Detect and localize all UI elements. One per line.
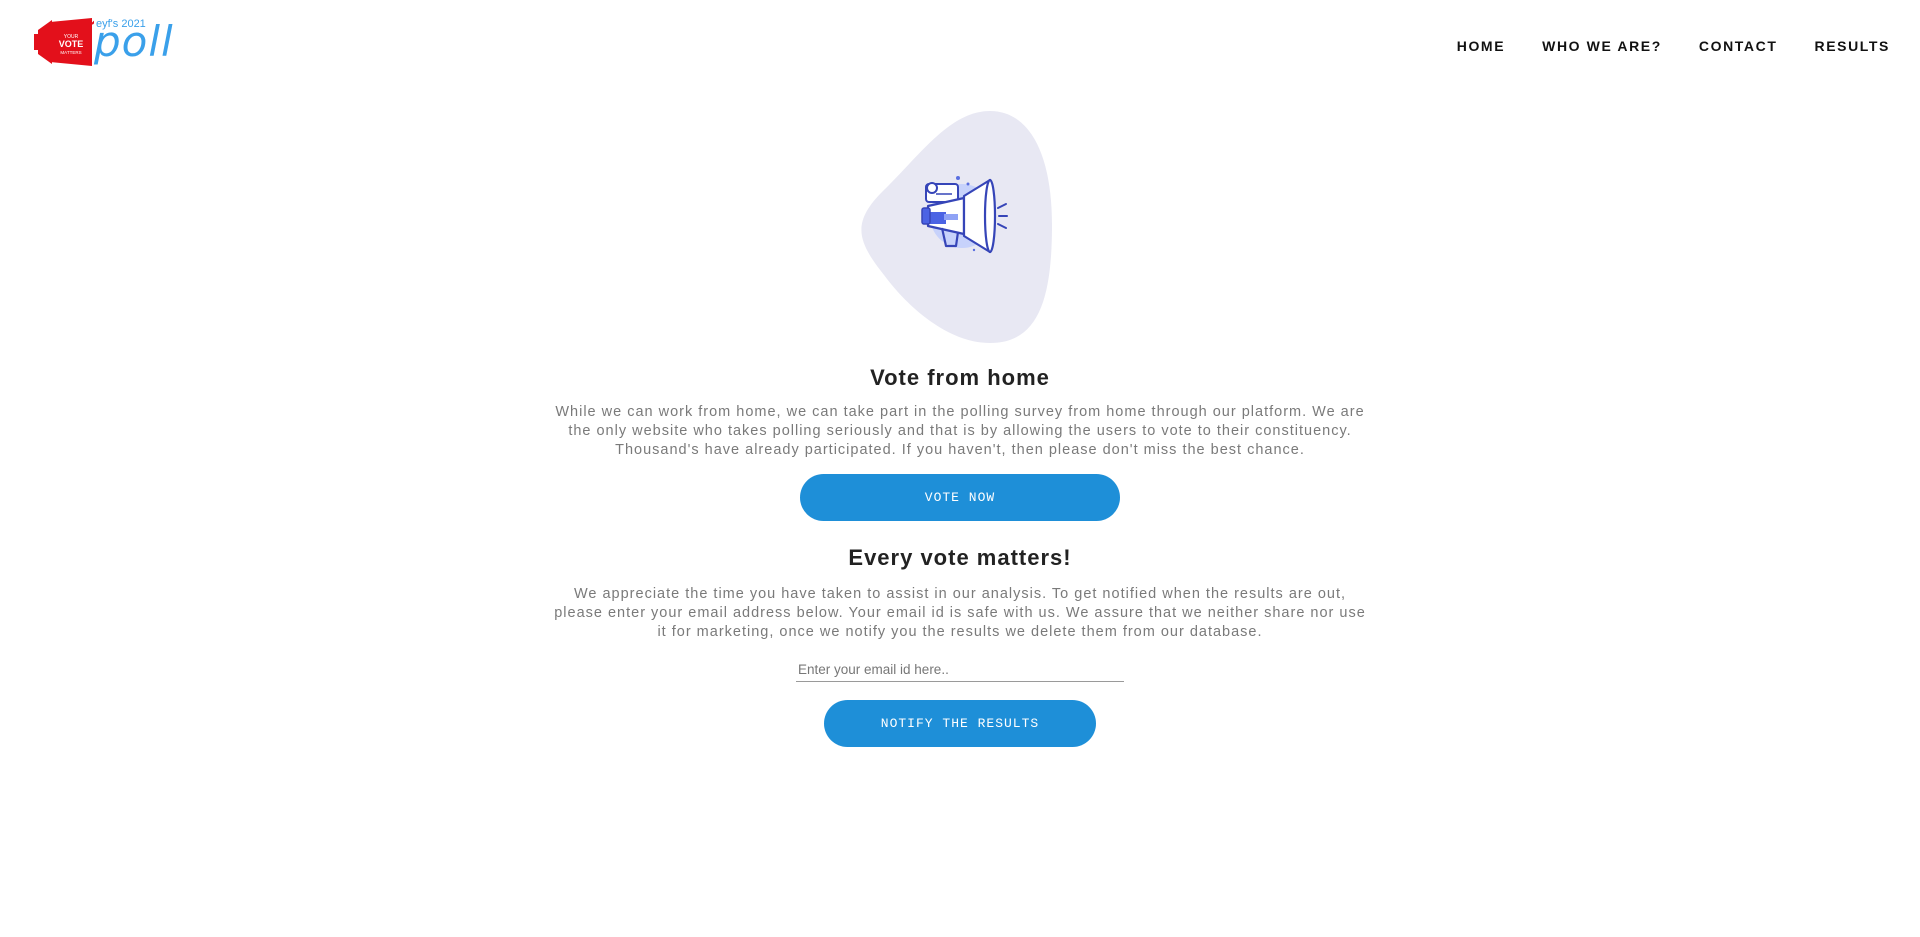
megaphone-icon [921, 176, 1008, 254]
main-nav: HOME WHO WE ARE? CONTACT RESULTS [1457, 38, 1890, 54]
notify-section-title: Every vote matters! [848, 545, 1072, 570]
vote-section-text: While we can work from home, we can take… [555, 404, 1365, 458]
vote-now-button[interactable]: VOTE NOW [800, 474, 1120, 521]
nav-item-who-we-are[interactable]: WHO WE ARE? [1542, 38, 1662, 54]
logo-badge-line2: VOTE [59, 39, 84, 49]
navbar: YOUR VOTE MATTERS eyf's 2021 poll HOME W… [0, 0, 1920, 90]
main-content: Vote from home While we can work from ho… [0, 105, 1920, 747]
site-logo[interactable]: YOUR VOTE MATTERS eyf's 2021 poll [34, 14, 174, 74]
nav-item-results[interactable]: RESULTS [1815, 38, 1891, 54]
nav-item-home[interactable]: HOME [1457, 38, 1505, 54]
notify-results-button[interactable]: NOTIFY THE RESULTS [824, 700, 1096, 747]
logo-wordmark: poll [94, 17, 174, 66]
logo-badge-line3: MATTERS [60, 50, 81, 55]
megaphone-logo-icon: YOUR VOTE MATTERS [34, 18, 94, 66]
email-input[interactable] [796, 658, 1124, 682]
hero-illustration [840, 105, 1080, 345]
notify-section-text: We appreciate the time you have taken to… [554, 586, 1366, 640]
vote-section-title: Vote from home [870, 365, 1050, 390]
nav-item-contact[interactable]: CONTACT [1699, 38, 1778, 54]
